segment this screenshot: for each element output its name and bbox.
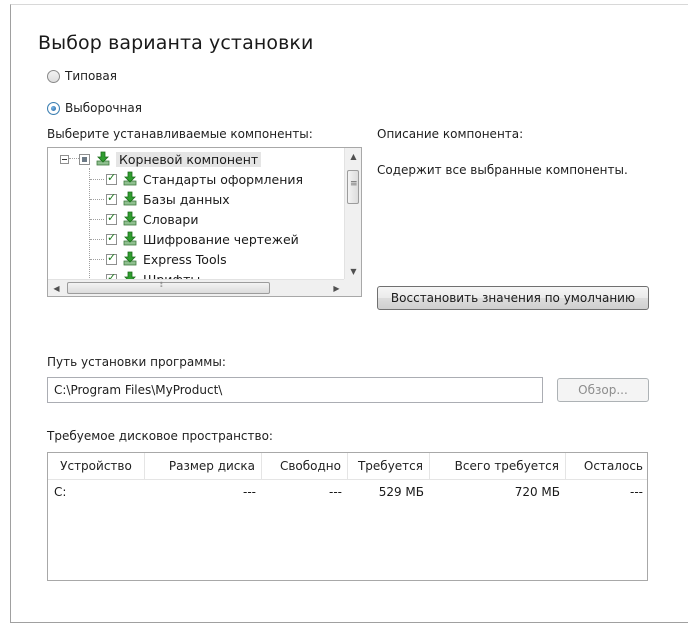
install-component-icon	[123, 211, 137, 226]
tree-checkbox-4[interactable]	[106, 231, 117, 245]
install-component-icon	[123, 231, 137, 246]
install-component-icon	[123, 171, 137, 186]
horizontal-scroll-thumb[interactable]	[67, 281, 270, 294]
cell-total-required: 720 МБ	[514, 485, 560, 499]
tree-item-1-label: Стандарты оформления	[143, 171, 304, 187]
cell-remaining: ---	[630, 485, 643, 499]
tree-checkbox-1[interactable]	[106, 171, 117, 185]
collapse-icon[interactable]	[60, 154, 69, 164]
tree-item-3-label: Словари	[143, 211, 199, 227]
scroll-up-icon[interactable]: ▲	[345, 148, 361, 165]
tree-checkbox-2[interactable]	[106, 191, 117, 205]
cell-free: ---	[329, 485, 342, 499]
install-component-icon	[123, 251, 137, 266]
scroll-left-icon[interactable]: ◀	[48, 280, 65, 296]
radio-typical[interactable]: Типовая	[47, 69, 117, 83]
tree-checkbox-5[interactable]	[106, 251, 117, 265]
scroll-right-icon[interactable]: ▶	[328, 280, 345, 296]
column-header-disk-size[interactable]: Размер диска	[145, 453, 262, 480]
browse-button[interactable]: Обзор...	[557, 378, 649, 402]
column-header-total-required[interactable]: Всего требуется	[430, 453, 566, 480]
tree-item-root[interactable]: Корневой компонент	[60, 149, 262, 169]
radio-custom[interactable]: Выборочная	[47, 101, 142, 115]
description-label: Описание компонента:	[377, 127, 524, 141]
tree-checkbox-3[interactable]	[106, 211, 117, 225]
cell-required: 529 МБ	[378, 485, 424, 499]
column-header-device[interactable]: Устройство	[48, 453, 145, 480]
tree-horizontal-scrollbar[interactable]: ◀ ▶	[48, 279, 345, 296]
disk-space-table[interactable]: Устройство Размер диска Свободно Требует…	[47, 452, 648, 581]
install-path-input[interactable]: C:\Program Files\MyProduct\	[47, 377, 543, 403]
restore-defaults-button[interactable]: Восстановить значения по умолчанию	[377, 286, 649, 310]
tree-item-2-label: Базы данных	[143, 191, 230, 207]
radio-custom-button[interactable]	[47, 101, 60, 115]
tree-item-5[interactable]: Express Tools	[90, 249, 227, 269]
radio-custom-label: Выборочная	[65, 101, 142, 115]
tree-item-4[interactable]: Шифрование чертежей	[90, 229, 299, 249]
components-label: Выберите устанавливаемые компоненты:	[47, 127, 313, 141]
install-path-label: Путь установки программы:	[47, 355, 226, 369]
component-description: Содержит все выбранные компоненты.	[377, 163, 628, 177]
tree-item-2[interactable]: Базы данных	[90, 189, 230, 209]
disk-space-label: Требуемое дисковое пространство:	[47, 429, 273, 443]
scrollbar-corner	[344, 279, 361, 296]
cell-disk-size: ---	[243, 485, 256, 499]
tree-item-3[interactable]: Словари	[90, 209, 198, 229]
column-header-remaining[interactable]: Осталось	[566, 453, 647, 480]
table-header: Устройство Размер диска Свободно Требует…	[48, 453, 647, 480]
vertical-scroll-thumb[interactable]	[347, 170, 359, 204]
column-header-free[interactable]: Свободно	[262, 453, 348, 480]
tree-item-5-label: Express Tools	[143, 251, 227, 267]
components-tree[interactable]: Корневой компонент Стандарты оформления …	[47, 147, 362, 297]
page-title: Выбор варианта установки	[38, 32, 314, 54]
radio-typical-label: Типовая	[65, 69, 117, 83]
install-component-icon	[96, 151, 110, 166]
tree-item-root-label: Корневой компонент	[116, 151, 262, 167]
install-component-icon	[123, 191, 137, 206]
scroll-down-icon[interactable]: ▼	[345, 263, 361, 280]
radio-typical-button[interactable]	[47, 69, 60, 83]
tree-item-1[interactable]: Стандарты оформления	[90, 169, 303, 189]
tree-vertical-scrollbar[interactable]: ▲ ▼	[344, 148, 361, 280]
cell-device: C:	[54, 485, 67, 499]
column-header-required[interactable]: Требуется	[348, 453, 430, 480]
tree-item-4-label: Шифрование чертежей	[143, 231, 299, 247]
tree-checkbox-root[interactable]	[79, 153, 90, 165]
